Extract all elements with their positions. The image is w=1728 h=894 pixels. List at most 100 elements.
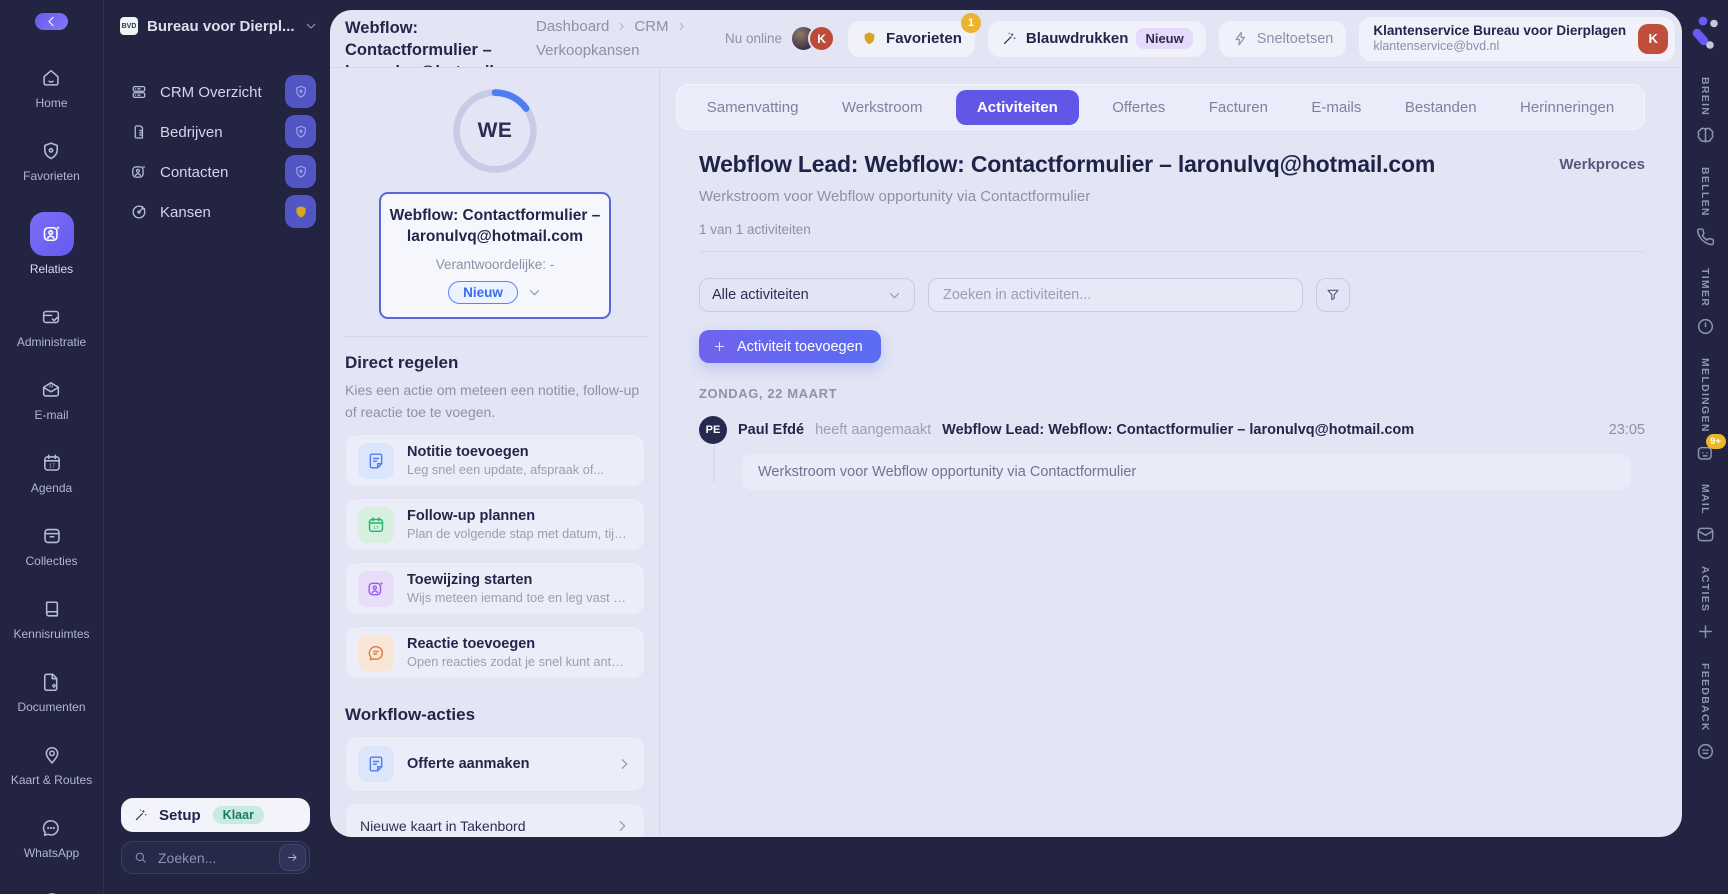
online-label: Nu online	[725, 31, 783, 46]
assign-icon	[366, 579, 386, 599]
activity-target[interactable]: Webflow Lead: Webflow: Contactformulier …	[942, 422, 1414, 438]
rail-item-administratie[interactable]: Administratie	[17, 305, 86, 349]
breadcrumb-crm[interactable]: CRM	[634, 18, 668, 35]
rail-item-documenten[interactable]: Documenten	[17, 670, 86, 714]
tab-herinneringen[interactable]: Herinneringen	[1510, 90, 1624, 125]
svg-text:17: 17	[373, 525, 379, 530]
sidebar-item-kansen[interactable]: Kansen	[104, 192, 330, 232]
sidebar-footer: Setup Klaar	[121, 798, 310, 874]
phone-icon	[1695, 226, 1716, 247]
main-panel: Webflow: Contactformulier – laronulvq@ho…	[330, 10, 1682, 837]
rail-item-e-mail[interactable]: AI E-mail	[34, 378, 69, 422]
tab-e-mails[interactable]: E-mails	[1301, 90, 1371, 125]
shortcuts-button[interactable]: Sneltoetsen	[1218, 20, 1347, 57]
tab-samenvatting[interactable]: Samenvatting	[697, 90, 809, 125]
add-activity-button[interactable]: Activiteit toevoegen	[699, 330, 881, 363]
rail-item-whatsapp[interactable]: WhatsApp	[24, 816, 79, 860]
tool-label: BREIN	[1699, 77, 1711, 117]
direct-actions-list: Notitie toevoegen Leg snel een update, af…	[345, 434, 645, 680]
activity-count: 1 van 1 activiteiten	[699, 222, 811, 237]
rail-item-favorieten[interactable]: Favorieten	[23, 139, 80, 183]
activity-body: Werkstroom voor Webflow opportunity via …	[713, 446, 1631, 490]
tab-bestanden[interactable]: Bestanden	[1395, 90, 1487, 125]
tool-label: FEEDBACK	[1699, 663, 1711, 732]
tool-bellen[interactable]: BELLEN	[1695, 167, 1716, 247]
chevron-right-icon	[616, 756, 632, 772]
online-avatars[interactable]: K	[790, 25, 836, 52]
feedback-icon	[1695, 741, 1716, 762]
rail-item-kaart-routes[interactable]: Kaart & Routes	[11, 743, 92, 787]
tab-offertes[interactable]: Offertes	[1102, 90, 1175, 125]
action-notitie-toevoegen[interactable]: Notitie toevoegen Leg snel een update, af…	[345, 434, 645, 488]
activity-action: heeft aangemaakt	[815, 422, 932, 438]
dropdown-value: Alle activiteiten	[712, 287, 809, 303]
online-users: Nu online K	[725, 25, 836, 52]
rail-item-help[interactable]	[40, 889, 64, 894]
sidebar-item-crm-overzicht[interactable]: CRM Overzicht	[104, 72, 330, 112]
rail-item-home[interactable]: Home	[35, 66, 68, 110]
rail-item-label: Administratie	[16, 335, 87, 349]
workflow-nieuwe-kaart-in-takenbord[interactable]: Nieuwe kaart in Takenbord	[345, 803, 645, 837]
svg-text:AI: AI	[49, 384, 53, 389]
action-subtitle: Leg snel een update, afspraak of...	[407, 462, 605, 478]
tool-brein[interactable]: BREIN	[1695, 77, 1716, 146]
selected-record-card[interactable]: Webflow: Contactformulier – laronulvq@ho…	[379, 192, 611, 319]
rail-item-kennisruimtes[interactable]: Kennisruimtes	[13, 597, 90, 641]
sidebar-item-contacten[interactable]: Contacten	[104, 152, 330, 192]
tool-feedback[interactable]: FEEDBACK	[1695, 663, 1716, 762]
action-follow-up-plannen[interactable]: 17 Follow-up plannen Plan de volgende stap…	[345, 498, 645, 552]
rail-item-label: Documenten	[17, 700, 86, 714]
page-subtitle: Werkstroom voor Webflow opportunity via …	[699, 188, 1091, 205]
rail-item-agenda[interactable]: 17 Agenda	[31, 451, 72, 495]
activity-type-dropdown[interactable]: Alle activiteiten	[699, 278, 915, 312]
tool-meldingen[interactable]: MELDINGEN 9+	[1695, 358, 1726, 463]
tool-mail[interactable]: MAIL	[1695, 484, 1716, 545]
chevron-down-icon[interactable]	[527, 285, 542, 300]
search-submit-button[interactable]	[279, 844, 306, 871]
sidebar-item-bedrijven[interactable]: Bedrijven	[104, 112, 330, 152]
workspace-switcher[interactable]: BVD Bureau voor Dierpl...	[120, 17, 318, 35]
activity-search-input[interactable]	[941, 286, 1290, 304]
app-root: Home Favorieten Relaties Administratie AI E-m…	[0, 0, 1728, 894]
breadcrumb-verkoopkansen[interactable]: Verkoopkansen	[536, 42, 639, 59]
breadcrumb-dashboard[interactable]: Dashboard	[536, 18, 609, 35]
tab-facturen[interactable]: Facturen	[1199, 90, 1278, 125]
gold-shield-badge[interactable]	[285, 195, 316, 228]
collapse-sidebar-button[interactable]	[35, 13, 68, 30]
shield-badge[interactable]	[285, 155, 316, 188]
shield-badge-icon	[292, 164, 310, 180]
notification-count-badge: 9+	[1705, 433, 1726, 449]
rail-item-relaties[interactable]: Relaties	[29, 212, 74, 276]
tab-activiteiten[interactable]: Activiteiten	[955, 89, 1079, 125]
user-menu[interactable]: Klantenservice Bureau voor Dierplagen kl…	[1359, 16, 1676, 61]
activity-search	[928, 278, 1303, 312]
setup-button[interactable]: Setup Klaar	[121, 798, 310, 832]
action-reactie-toevoegen[interactable]: Reactie toevoegen Open reacties zodat je …	[345, 626, 645, 680]
note-icon	[366, 754, 386, 774]
sidebar-search-input[interactable]	[156, 848, 271, 867]
shield-badge[interactable]	[285, 115, 316, 148]
action-toewijzing-starten[interactable]: Toewijzing starten Wijs meteen iemand toe…	[345, 562, 645, 616]
tab-werkstroom[interactable]: Werkstroom	[832, 90, 933, 125]
filter-button[interactable]	[1316, 278, 1350, 312]
user-email: klantenservice@bvd.nl	[1373, 39, 1500, 54]
favorites-button[interactable]: Favorieten 1	[848, 12, 981, 57]
date-group-header: ZONDAG, 22 MAART	[699, 386, 838, 401]
box-icon	[41, 525, 63, 547]
status-badge[interactable]: Nieuw	[448, 280, 518, 304]
action-title: Notitie toevoegen	[407, 444, 529, 461]
shield-icon	[40, 140, 62, 162]
tool-acties[interactable]: ACTIES	[1695, 566, 1716, 642]
workspace-name: Bureau voor Dierpl...	[147, 17, 295, 35]
blueprints-button[interactable]: Blauwdrukken Nieuw	[987, 20, 1206, 57]
tool-timer[interactable]: TIMER	[1695, 268, 1716, 337]
activity-item[interactable]: PE Paul Efdé heeft aangemaakt Webflow Le…	[699, 416, 1645, 444]
record-detail-panel: WE Webflow: Contactformulier – laronulvq…	[330, 68, 660, 837]
werkproces-link[interactable]: Werkproces	[1559, 156, 1645, 173]
divider	[342, 335, 648, 337]
workflow-offerte-aanmaken[interactable]: Offerte aanmaken	[345, 736, 645, 793]
workflow-actions-heading: Workflow-acties	[345, 705, 476, 725]
shield-badge[interactable]	[285, 75, 316, 108]
rail-item-collecties[interactable]: Collecties	[25, 524, 78, 568]
rail-item-label: Kaart & Routes	[10, 773, 93, 787]
